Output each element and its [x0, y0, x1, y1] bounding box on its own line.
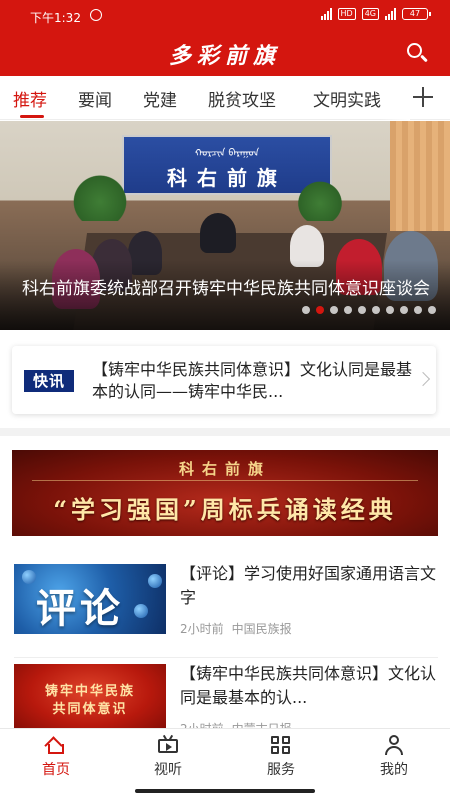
- person-image: [200, 213, 236, 253]
- news-meta: 2小时前 中国民族报: [180, 620, 292, 637]
- nav-profile[interactable]: 我的: [354, 735, 434, 779]
- home-icon: [44, 735, 67, 755]
- tabs-fade: [380, 76, 410, 120]
- nav-home-label: 首页: [42, 762, 70, 778]
- carousel-dot[interactable]: [330, 306, 338, 314]
- carousel-dot[interactable]: [428, 306, 436, 314]
- headline-carousel[interactable]: ᠬᠣᠷᠴᠢᠨ ᠪᠠᠷᠠᠭᠤᠨ 科右前旗 科右前旗委统战部召开铸牢中华民族共同体意…: [0, 121, 450, 330]
- add-channel-icon[interactable]: [410, 84, 436, 110]
- status-bar: 下午1:32 HD 4G 47: [0, 0, 450, 34]
- status-time: 下午1:32: [30, 11, 81, 25]
- news-list-item[interactable]: 评论 【评论】学习使用好国家通用语言文字 2小时前 中国民族报: [0, 564, 450, 658]
- app-title: 多彩前旗: [168, 43, 281, 69]
- tab-poverty-alleviation[interactable]: 脱贫攻坚: [208, 86, 276, 111]
- carousel-dot[interactable]: [414, 306, 422, 314]
- flash-news-card[interactable]: 快讯 【铸牢中华民族共同体意识】文化认同是最基本的认同——铸牢中华民...: [12, 346, 436, 414]
- promo-banner[interactable]: 科右前旗 “学习强国”周标兵诵读经典: [12, 450, 438, 536]
- news-title: 【铸牢中华民族共同体意识】文化认同是最基本的认...: [180, 664, 437, 707]
- tab-news[interactable]: 要闻: [78, 86, 112, 111]
- news-separator: [14, 657, 438, 658]
- nav-home[interactable]: 首页: [16, 735, 96, 779]
- news-source: 中国民族报: [231, 622, 292, 636]
- grid-icon: [270, 735, 292, 755]
- thumbnail-text: 评论: [36, 586, 124, 632]
- nav-services[interactable]: 服务: [241, 735, 321, 779]
- alarm-icon: [90, 9, 102, 21]
- status-indicators: HD 4G 47: [320, 8, 431, 20]
- network-tag-hd: HD: [337, 8, 356, 20]
- promo-banner-top-text: 科右前旗: [178, 460, 271, 478]
- thumbnail-text-line2: 共同体意识: [52, 702, 128, 717]
- banner-caption: 科右前旗委统战部召开铸牢中华民族共同体意识座谈会: [22, 279, 430, 299]
- app-screen: 下午1:32 HD 4G 47 多彩前旗 推荐 要闻 党建 脱贫攻坚 文明实践: [0, 0, 450, 800]
- chevron-right-icon: [415, 371, 431, 387]
- top-bar: 下午1:32 HD 4G 47 多彩前旗: [0, 0, 450, 76]
- plant-image: [68, 173, 132, 221]
- active-tab-indicator: [20, 115, 44, 118]
- carousel-dots: [302, 306, 436, 314]
- news-thumbnail: 评论: [14, 564, 166, 634]
- user-icon: [383, 735, 405, 755]
- tab-civilization-practice[interactable]: 文明实践: [313, 86, 381, 111]
- plant-image: [296, 177, 344, 221]
- network-tag-4g: 4G: [361, 8, 379, 20]
- section-gap: [0, 428, 450, 436]
- carousel-dot[interactable]: [372, 306, 380, 314]
- banner-photo-curtain: [390, 121, 450, 231]
- signal-icon-2: [385, 8, 396, 20]
- carousel-dot[interactable]: [344, 306, 352, 314]
- news-thumbnail: 铸牢中华民族 共同体意识: [14, 664, 166, 734]
- nav-media-label: 视听: [154, 762, 182, 778]
- carousel-dot[interactable]: [386, 306, 394, 314]
- nav-media[interactable]: 视听: [128, 734, 208, 779]
- video-icon: [157, 734, 179, 755]
- news-time: 2小时前: [180, 622, 224, 636]
- carousel-dot[interactable]: [358, 306, 366, 314]
- nav-profile-label: 我的: [380, 762, 408, 778]
- nav-services-label: 服务: [267, 762, 295, 778]
- flash-news-logo: 快讯: [24, 370, 74, 392]
- flash-news-text: 【铸牢中华民族共同体意识】文化认同是最基本的认同——铸牢中华民...: [92, 360, 412, 401]
- signal-icon: [320, 8, 332, 20]
- home-indicator[interactable]: [135, 789, 315, 793]
- promo-banner-main-text: “学习强国”周标兵诵读经典: [53, 495, 397, 524]
- channel-tabs: 推荐 要闻 党建 脱贫攻坚 文明实践: [0, 76, 450, 120]
- news-title: 【评论】学习使用好国家通用语言文字: [180, 564, 437, 607]
- tab-party-building[interactable]: 党建: [143, 86, 177, 111]
- tab-recommend[interactable]: 推荐: [13, 86, 47, 111]
- carousel-dot[interactable]: [400, 306, 408, 314]
- carousel-dot[interactable]: [302, 306, 310, 314]
- battery-icon: 47: [402, 8, 431, 20]
- promo-divider: [32, 480, 418, 481]
- search-icon[interactable]: [404, 40, 432, 68]
- sign-script: ᠬᠣᠷᠴᠢᠨ ᠪᠠᠷᠠᠭᠤᠨ: [194, 148, 260, 159]
- carousel-dot-active[interactable]: [316, 306, 324, 314]
- thumbnail-text-line1: 铸牢中华民族: [44, 684, 135, 699]
